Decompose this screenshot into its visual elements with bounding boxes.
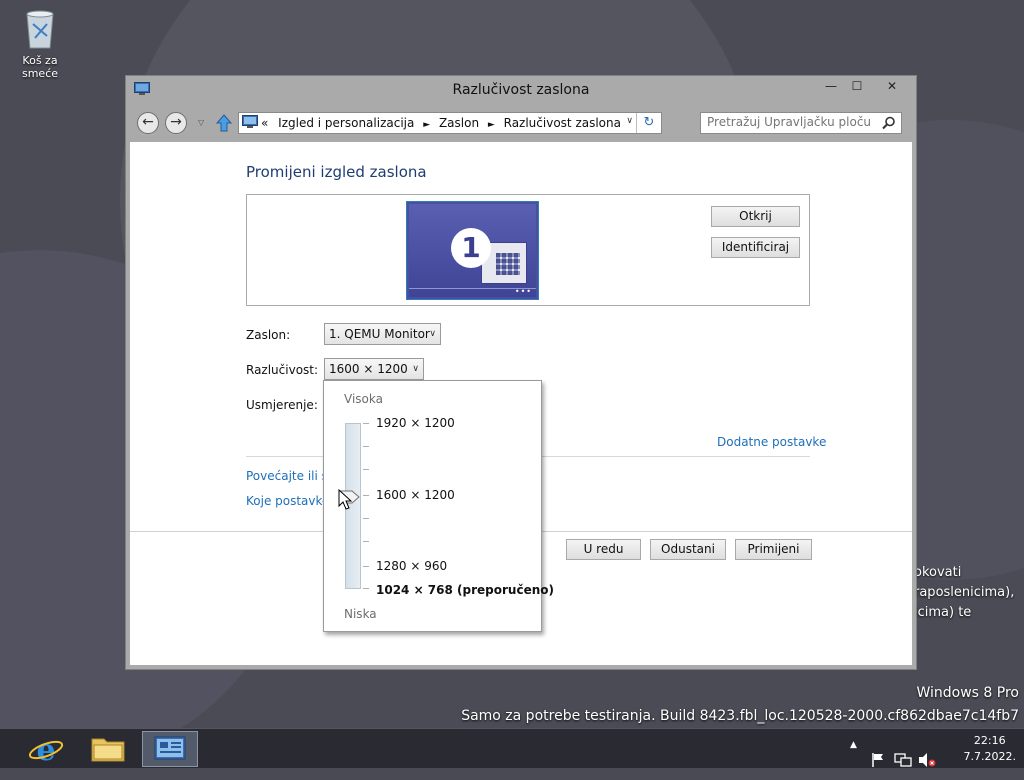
monitor-number: 1 <box>451 228 491 268</box>
title-bar[interactable]: Razlučivost zaslona — ☐ ✕ <box>126 76 916 106</box>
tray-show-hidden-icons[interactable]: ▲ <box>850 740 857 780</box>
resolution-select-value: 1600 × 1200 <box>329 362 408 376</box>
monitor-preview-area: 1 ••• Otkrij Identificiraj <box>246 194 810 306</box>
watermark-build: Samo za potrebe testiranja. Build 8423.f… <box>461 708 1019 724</box>
resolution-dropdown-popup: Visoka 1920 × 1200 1600 × 1200 1280 × 96… <box>323 380 554 632</box>
ok-button[interactable]: U redu <box>566 539 641 560</box>
back-button[interactable]: ← <box>137 112 159 134</box>
resolution-select[interactable]: 1600 × 1200 ∨ <box>324 358 424 380</box>
search-icon[interactable] <box>882 116 896 130</box>
resolution-option[interactable]: 1280 × 960 <box>376 559 447 573</box>
resolution-option[interactable]: 1920 × 1200 <box>376 416 455 430</box>
maximize-button[interactable]: ☐ <box>844 77 870 97</box>
resolution-label: Razlučivost: <box>246 363 319 377</box>
slider-tick <box>363 566 369 567</box>
breadcrumb-prefix[interactable]: « <box>261 116 268 130</box>
high-label: Visoka <box>344 392 383 406</box>
volume-muted-icon[interactable] <box>918 740 936 780</box>
apply-button[interactable]: Primijeni <box>735 539 812 560</box>
display-select-value: 1. QEMU Monitor <box>329 327 430 341</box>
identify-button[interactable]: Identificiraj <box>711 237 800 258</box>
taskbar-internet-explorer[interactable]: e <box>18 731 74 768</box>
slider-tick <box>363 518 369 519</box>
navigation-bar: ← → ▽ « Izgled i personalizacija ► Zaslo… <box>134 106 910 141</box>
recent-pages-dropdown[interactable]: ▽ <box>198 118 204 127</box>
cancel-button[interactable]: Odustani <box>650 539 726 560</box>
mouse-cursor-icon <box>338 489 352 510</box>
side-text-line: raposlenicima), <box>914 585 1015 600</box>
refresh-button[interactable]: ↻ <box>636 113 661 133</box>
display-select[interactable]: 1. QEMU Monitor ∨ <box>324 323 441 345</box>
slider-tick <box>363 495 369 496</box>
watermark-edition: Windows 8 Pro <box>916 685 1019 701</box>
window-title: Razlučivost zaslona <box>452 82 590 98</box>
action-center-flag-icon[interactable] <box>870 740 886 780</box>
control-panel-icon <box>154 736 186 760</box>
orientation-label: Usmjerenje: <box>246 398 318 412</box>
resolution-option[interactable]: 1600 × 1200 <box>376 488 455 502</box>
close-button[interactable]: ✕ <box>870 77 914 97</box>
breadcrumb-separator[interactable]: ► <box>423 120 430 130</box>
clock[interactable]: 22:16 7.7.2022. <box>964 733 1016 765</box>
address-bar[interactable]: « Izgled i personalizacija ► Zaslon ► Ra… <box>238 112 662 134</box>
slider-tick <box>363 469 369 470</box>
internet-explorer-icon: e <box>28 733 64 768</box>
detect-button[interactable]: Otkrij <box>711 206 800 227</box>
chevron-down-icon: ∨ <box>429 329 436 339</box>
svg-text:e: e <box>36 733 55 767</box>
clock-date: 7.7.2022. <box>963 750 1016 763</box>
page-title: Promijeni izgled zaslona <box>246 163 427 181</box>
forward-button[interactable]: → <box>165 112 187 134</box>
minimize-button[interactable]: — <box>818 77 844 97</box>
breadcrumb-separator[interactable]: ► <box>488 120 495 130</box>
breadcrumb-item-appearance[interactable]: Izgled i personalizacija <box>278 116 414 130</box>
recycle-bin-icon <box>26 10 54 49</box>
slider-tick <box>363 541 369 542</box>
breadcrumb-item-display[interactable]: Zaslon <box>439 116 479 130</box>
taskbar-file-explorer[interactable] <box>80 731 136 767</box>
taskbar-control-panel[interactable] <box>142 731 198 767</box>
search-input[interactable] <box>707 115 872 129</box>
clock-time: 22:16 <box>973 734 1006 747</box>
slider-tick <box>363 588 369 589</box>
breadcrumb-item-resolution[interactable]: Razlučivost zaslona <box>504 116 621 130</box>
side-text-line: okovati <box>914 565 962 580</box>
side-text-line: icima) te <box>914 605 972 620</box>
taskbar: e ▲ 22:16 7.7.2022. <box>0 728 1024 768</box>
recycle-bin-label: Koš za smeće <box>21 54 59 80</box>
breadcrumb: « Izgled i personalizacija ► Zaslon ► Ra… <box>261 116 621 130</box>
control-panel-icon <box>242 115 258 128</box>
monitor-dots-icon: ••• <box>514 287 532 296</box>
recycle-bin[interactable]: Koš za smeće <box>4 6 76 80</box>
slider-tick <box>363 423 369 424</box>
address-dropdown-icon[interactable]: ∨ <box>626 116 633 126</box>
resolution-option-recommended[interactable]: 1024 × 768 (preporučeno) <box>376 583 554 597</box>
monitor-1-preview[interactable]: 1 ••• <box>406 201 539 300</box>
display-label: Zaslon: <box>246 328 291 342</box>
search-box[interactable] <box>700 112 902 134</box>
network-icon[interactable] <box>894 740 912 780</box>
slider-tick <box>363 446 369 447</box>
folder-icon <box>91 738 125 762</box>
up-arrow-icon[interactable] <box>216 114 232 132</box>
low-label: Niska <box>344 607 377 621</box>
advanced-settings-link[interactable]: Dodatne postavke <box>717 435 826 449</box>
chevron-down-icon: ∨ <box>412 364 419 374</box>
